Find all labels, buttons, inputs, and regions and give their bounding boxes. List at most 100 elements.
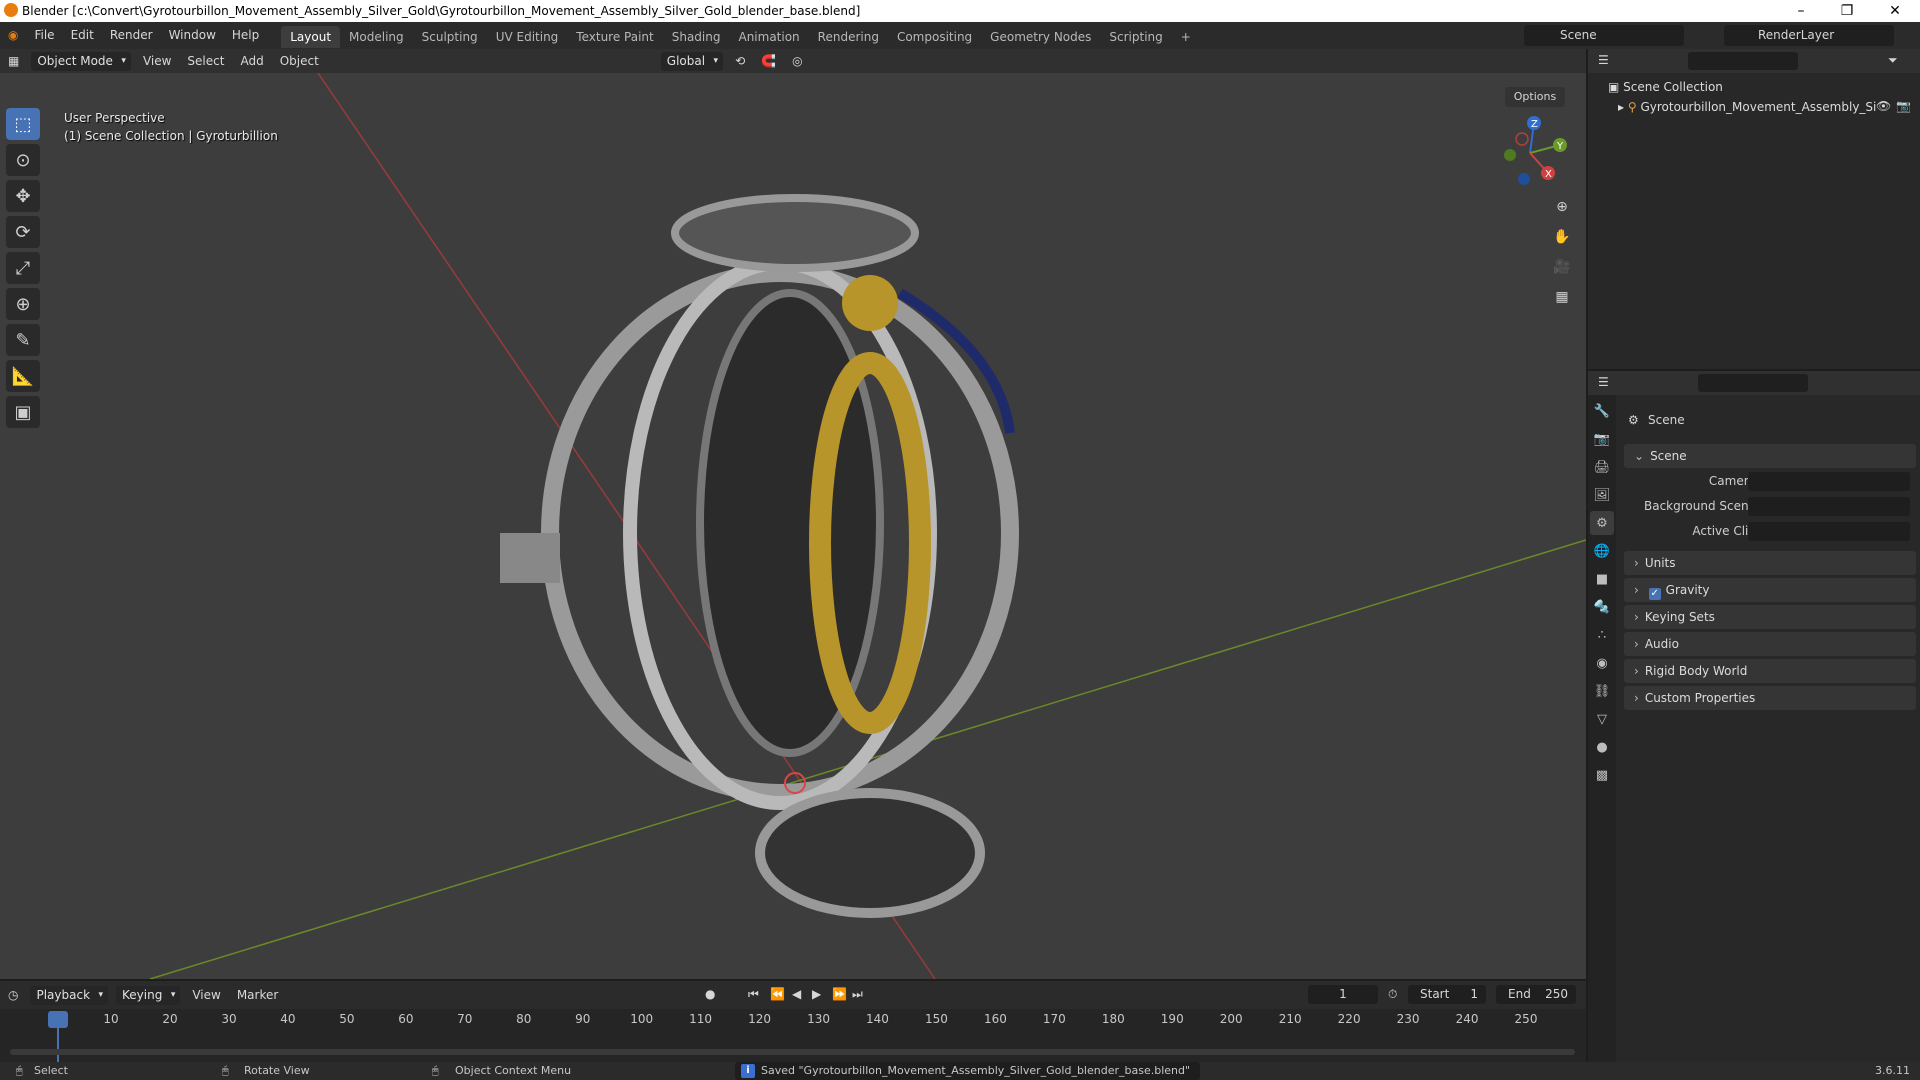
- outliner-search-input[interactable]: [1688, 52, 1798, 70]
- tab-scripting[interactable]: Scripting: [1100, 26, 1171, 48]
- pivot-icon[interactable]: ⟲: [727, 51, 753, 71]
- expand-arrow-icon[interactable]: ▸: [1618, 100, 1628, 114]
- menu-file[interactable]: File: [26, 22, 62, 49]
- section-units[interactable]: Units: [1624, 551, 1916, 575]
- section-custom-properties[interactable]: Custom Properties: [1624, 686, 1916, 710]
- menu-render[interactable]: Render: [102, 22, 161, 49]
- tab-geometry-nodes[interactable]: Geometry Nodes: [981, 26, 1100, 48]
- tab-layout[interactable]: Layout: [281, 25, 341, 48]
- menu-add[interactable]: Add: [232, 51, 271, 71]
- annotate-tool-icon[interactable]: ✎: [6, 324, 40, 356]
- maximize-button[interactable]: ❐: [1824, 0, 1870, 22]
- camera-view-icon[interactable]: 🎥: [1548, 253, 1576, 281]
- data-tab-icon[interactable]: ▽: [1590, 707, 1614, 731]
- pan-hand-icon[interactable]: ✋: [1548, 223, 1576, 251]
- menu-window[interactable]: Window: [161, 22, 224, 49]
- timeline-menu-marker[interactable]: Marker: [229, 985, 286, 1005]
- menu-edit[interactable]: Edit: [63, 22, 102, 49]
- clock-icon[interactable]: ⏱: [1388, 987, 1397, 1002]
- render-camera-icon[interactable]: 📷: [1896, 99, 1911, 113]
- minimize-button[interactable]: –: [1778, 0, 1824, 22]
- transform-tool-icon[interactable]: ⊕: [6, 288, 40, 320]
- transform-orientation-dropdown[interactable]: Global: [660, 51, 724, 71]
- end-frame-field[interactable]: End 250: [1496, 985, 1576, 1004]
- particles-tab-icon[interactable]: ∴: [1590, 623, 1614, 647]
- ortho-grid-icon[interactable]: ▦: [1548, 283, 1576, 311]
- section-keying-sets[interactable]: Keying Sets: [1624, 605, 1916, 629]
- tab-sculpting[interactable]: Sculpting: [413, 26, 487, 48]
- scene-selector[interactable]: Scene: [1524, 25, 1684, 46]
- render-tab-icon[interactable]: 📷: [1590, 427, 1614, 451]
- scale-tool-icon[interactable]: ⤢: [6, 252, 40, 284]
- snap-icon[interactable]: 🧲: [753, 51, 784, 71]
- jump-start-icon[interactable]: ⏮: [748, 987, 759, 1002]
- cursor-tool-icon[interactable]: ⊙: [6, 144, 40, 176]
- properties-search-input[interactable]: [1698, 374, 1808, 392]
- options-button[interactable]: Options: [1505, 87, 1565, 107]
- tool-tab-icon[interactable]: 🔧: [1590, 399, 1614, 423]
- timeline-editor-icon[interactable]: ◷: [0, 985, 26, 1005]
- constraints-tab-icon[interactable]: ⛓: [1590, 679, 1614, 703]
- background-scene-field[interactable]: [1748, 497, 1910, 516]
- prev-keyframe-icon[interactable]: ⏪: [770, 987, 785, 1001]
- start-frame-field[interactable]: Start 1: [1408, 985, 1486, 1004]
- menu-keying[interactable]: Keying: [116, 985, 181, 1005]
- view-layer-selector[interactable]: RenderLayer: [1724, 25, 1894, 46]
- menu-select[interactable]: Select: [179, 51, 232, 71]
- record-icon[interactable]: ●: [705, 987, 715, 1001]
- timeline-scrollbar[interactable]: [10, 1049, 1575, 1055]
- playhead[interactable]: [48, 1011, 68, 1028]
- navigation-gizmo[interactable]: Z Y X: [1490, 113, 1570, 193]
- 3d-viewport[interactable]: User Perspective (1) Scene Collection | …: [0, 73, 1586, 979]
- menu-playback[interactable]: Playback: [30, 985, 109, 1005]
- visibility-eye-icon[interactable]: 👁: [1876, 99, 1891, 113]
- select-box-tool-icon[interactable]: ⬚: [6, 108, 40, 140]
- tab-rendering[interactable]: Rendering: [809, 26, 888, 48]
- current-frame-field[interactable]: 1: [1308, 985, 1378, 1004]
- world-tab-icon[interactable]: 🌐: [1590, 539, 1614, 563]
- tab-modeling[interactable]: Modeling: [340, 26, 413, 48]
- add-workspace-icon[interactable]: +: [1172, 26, 1200, 48]
- tab-uv-editing[interactable]: UV Editing: [487, 26, 568, 48]
- tab-shading[interactable]: Shading: [663, 26, 730, 48]
- filter-icon[interactable]: ⏷: [1888, 53, 1898, 68]
- editor-type-icon[interactable]: ▦: [0, 51, 27, 71]
- measure-tool-icon[interactable]: 📐: [6, 360, 40, 392]
- tab-texture-paint[interactable]: Texture Paint: [567, 26, 662, 48]
- gravity-checkbox[interactable]: ✓: [1648, 588, 1661, 600]
- tab-animation[interactable]: Animation: [729, 26, 808, 48]
- texture-tab-icon[interactable]: ▩: [1590, 763, 1614, 787]
- menu-object[interactable]: Object: [272, 51, 327, 71]
- timeline-area[interactable]: 1102030405060708090100110120130140150160…: [0, 1009, 1586, 1062]
- modifier-tab-icon[interactable]: 🔩: [1590, 595, 1614, 619]
- proportional-edit-icon[interactable]: ◎: [784, 51, 810, 71]
- close-button[interactable]: ✕: [1872, 0, 1918, 22]
- object-tab-icon[interactable]: ■: [1590, 567, 1614, 591]
- blender-menu-icon[interactable]: ◉: [0, 22, 26, 49]
- menu-view[interactable]: View: [135, 51, 179, 71]
- move-tool-icon[interactable]: ✥: [6, 180, 40, 212]
- properties-editor-icon[interactable]: ☰: [1598, 375, 1609, 389]
- zoom-icon[interactable]: ⊕: [1548, 193, 1576, 221]
- menu-help[interactable]: Help: [224, 22, 267, 49]
- outliner-editor-icon[interactable]: ☰: [1598, 53, 1609, 67]
- section-scene[interactable]: Scene: [1624, 444, 1916, 468]
- outliner-object-row[interactable]: ▸ ⚲ Gyrotourbillon_Movement_Assembly_Si: [1618, 97, 1876, 117]
- timeline-menu-view[interactable]: View: [184, 985, 228, 1005]
- play-icon[interactable]: ▶: [812, 987, 821, 1001]
- rotate-tool-icon[interactable]: ⟳: [6, 216, 40, 248]
- section-gravity[interactable]: ✓Gravity: [1624, 578, 1916, 602]
- next-keyframe-icon[interactable]: ⏩: [832, 987, 847, 1001]
- active-clip-field[interactable]: [1748, 522, 1910, 541]
- jump-end-icon[interactable]: ⏭: [852, 987, 863, 1002]
- mode-dropdown[interactable]: Object Mode: [31, 51, 131, 71]
- material-tab-icon[interactable]: ●: [1590, 735, 1614, 759]
- physics-tab-icon[interactable]: ◉: [1590, 651, 1614, 675]
- tab-compositing[interactable]: Compositing: [888, 26, 981, 48]
- play-reverse-icon[interactable]: ◀: [792, 987, 801, 1001]
- camera-field[interactable]: [1748, 472, 1910, 491]
- section-audio[interactable]: Audio: [1624, 632, 1916, 656]
- add-cube-tool-icon[interactable]: ▣: [6, 396, 40, 428]
- section-rigid-body-world[interactable]: Rigid Body World: [1624, 659, 1916, 683]
- outliner-scene-collection[interactable]: ▣ Scene Collection: [1608, 77, 1723, 97]
